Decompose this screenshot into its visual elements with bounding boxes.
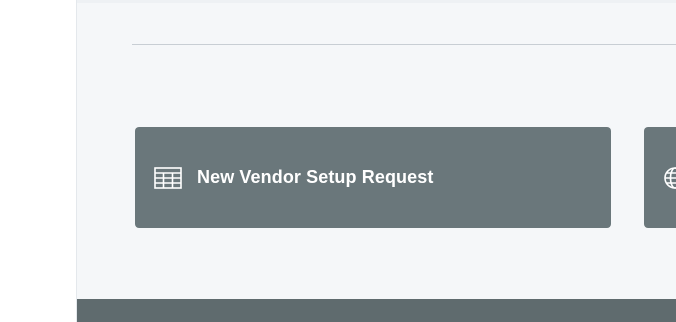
- panel-top-edge: [77, 0, 676, 3]
- bottom-section-bar: [77, 299, 676, 322]
- new-vendor-setup-request-tile[interactable]: New Vendor Setup Request: [135, 127, 611, 228]
- content-panel: New Vendor Setup Request: [76, 0, 676, 322]
- tile-label: New Vendor Setup Request: [197, 167, 434, 187]
- partial-tile[interactable]: [644, 127, 676, 228]
- page: New Vendor Setup Request: [0, 0, 676, 322]
- section-divider: [132, 44, 676, 45]
- table-icon: [153, 166, 183, 190]
- globe-icon: [660, 166, 676, 190]
